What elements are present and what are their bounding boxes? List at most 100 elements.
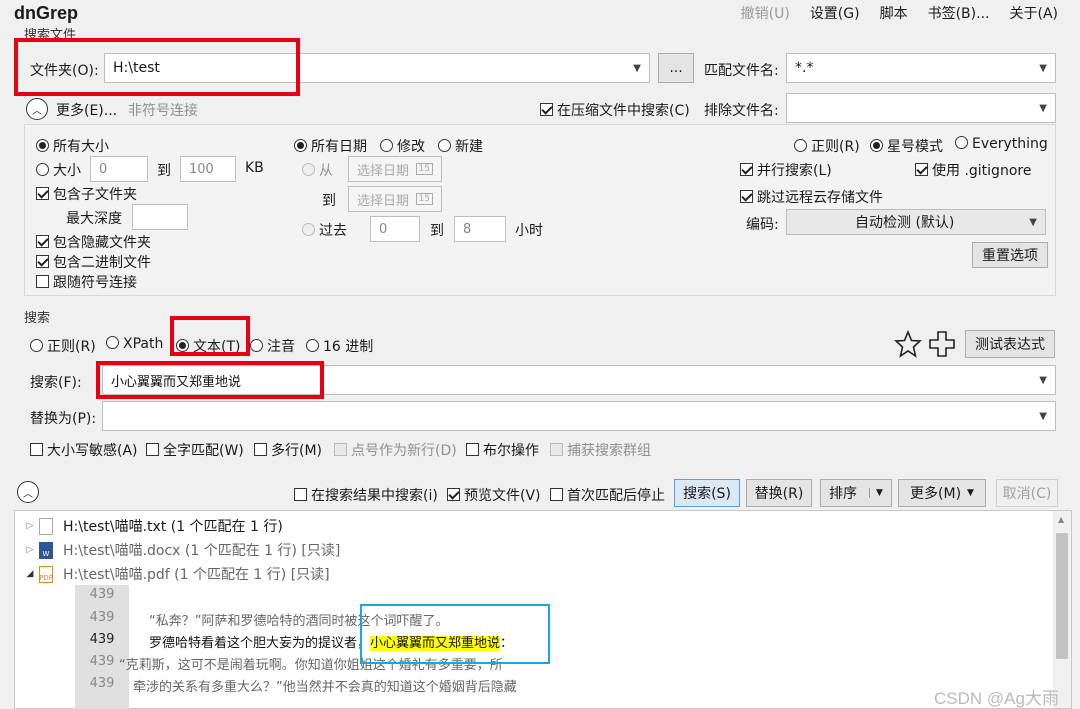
more-options-link[interactable]: 更多(E)... [56,100,117,120]
reset-options-button[interactable]: 重置选项 [972,242,1048,268]
dot-newline-checkbox[interactable]: 点号作为新行(D) [334,440,457,460]
regex-mode-label: 正则(R) [811,139,860,155]
hours-label: 小时 [515,223,543,239]
expand-more-button[interactable]: ︿ [26,98,48,120]
date-from-input[interactable]: 选择日期 15 [348,156,442,182]
from-radio[interactable]: 从 [302,160,333,180]
checkbox-icon [36,255,49,268]
follow-symlinks-label: 跟随符号连接 [53,275,137,291]
max-depth-input[interactable] [132,204,188,230]
search-archives-label: 在压缩文件中搜索(C) [557,103,690,119]
cancel-button[interactable]: 取消(C) [996,479,1058,507]
annotation-red-box-text-type [170,316,250,356]
parallel-search-checkbox[interactable]: 并行搜索(L) [740,160,832,180]
boolean-checkbox[interactable]: 布尔操作 [466,440,539,460]
collapse-button[interactable]: ︿ [17,481,39,503]
annotation-red-box-folder [14,38,300,96]
checkbox-icon [466,443,479,456]
watermark: CSDN @Ag大雨 [934,689,1059,708]
whole-word-checkbox[interactable]: 全字匹配(W) [146,440,244,460]
stop-after-first-checkbox[interactable]: 首次匹配后停止 [550,485,665,505]
created-radio[interactable]: 新建 [438,136,483,156]
replace-button[interactable]: 替换(R) [746,479,812,507]
scroll-up-icon[interactable]: ▲ [1058,515,1064,524]
all-dates-radio[interactable]: 所有日期 [294,136,367,156]
past-from-input[interactable]: 0 [370,216,420,242]
search-button[interactable]: 搜索(S) [674,479,740,507]
follow-symlinks-checkbox[interactable]: 跟随符号连接 [36,272,137,292]
scrollbar-thumb[interactable] [1056,533,1068,659]
radio-icon [36,139,49,152]
result-file-row[interactable]: ▷ W H:\test\喵喵.docx (1 个匹配在 1 行) [只读] [15,539,340,561]
bookmark-star-icon[interactable] [894,329,922,358]
chevron-down-icon[interactable]: ▼ [1029,217,1037,228]
search-type-phonetic-radio[interactable]: 注音 [250,336,295,356]
vertical-scrollbar[interactable]: ▲ [1053,511,1071,708]
checkbox-icon [740,163,753,176]
size-to-input[interactable]: 100 [180,156,236,182]
dropdown-arrow-icon[interactable]: ▼ [869,488,883,498]
from-label: 从 [319,163,333,179]
chevron-down-icon[interactable]: ▼ [1039,103,1047,114]
multiline-label: 多行(M) [271,443,323,459]
menu-undo[interactable]: 撤销(U) [741,3,790,23]
search-archives-checkbox[interactable]: 在压缩文件中搜索(C) [540,100,690,120]
size-radio[interactable]: 大小 [36,160,81,180]
past-to-input[interactable]: 8 [454,216,506,242]
search-in-results-checkbox[interactable]: 在搜索结果中搜索(i) [294,485,438,505]
search-type-hex-radio[interactable]: 16 进制 [306,336,373,356]
more-button[interactable]: 更多(M) ▼ [898,479,986,507]
calendar-icon[interactable]: 15 [415,193,433,205]
replace-with-combo[interactable]: ▼ [102,401,1056,431]
expand-arrow-icon[interactable]: ▷ [21,545,39,555]
menu-settings[interactable]: 设置(G) [810,3,860,23]
search-type-xpath-radio[interactable]: XPath [106,336,163,352]
radio-icon [794,139,807,152]
wildcard-mode-radio[interactable]: 星号模式 [870,136,943,156]
match-file-combo[interactable]: *.* ▼ [786,53,1056,83]
case-sensitive-checkbox[interactable]: 大小写敏感(A) [30,440,138,460]
collapse-arrow-icon[interactable]: ◢ [21,569,39,579]
regex-mode-radio[interactable]: 正则(R) [794,136,860,156]
line-number: 439 [89,610,115,625]
search-type-regex-radio[interactable]: 正则(R) [30,336,96,356]
date-to-input[interactable]: 选择日期 15 [348,186,442,212]
multiline-checkbox[interactable]: 多行(M) [254,440,322,460]
skip-cloud-checkbox[interactable]: 跳过远程云存储文件 [740,187,883,207]
preview-file-checkbox[interactable]: 预览文件(V) [447,485,541,505]
match-file-label: 匹配文件名: [704,63,779,79]
everything-mode-radio[interactable]: Everything [955,136,1048,152]
include-binary-checkbox[interactable]: 包含二进制文件 [36,252,151,272]
include-hidden-checkbox[interactable]: 包含隐藏文件夹 [36,232,151,252]
modified-radio[interactable]: 修改 [380,136,425,156]
include-binary-label: 包含二进制文件 [53,255,151,271]
calendar-icon[interactable]: 15 [415,163,433,175]
exclude-file-combo[interactable]: ▼ [786,93,1056,123]
add-bookmark-plus-icon[interactable] [928,330,956,358]
checkbox-icon [36,235,49,248]
include-subfolders-checkbox[interactable]: 包含子文件夹 [36,184,137,204]
menu-scripts[interactable]: 脚本 [880,3,908,23]
radio-icon [250,339,263,352]
encoding-combo[interactable]: 自动检测 (默认) ▼ [786,209,1046,235]
sort-button[interactable]: 排序 ▼ [820,479,892,507]
menu-about[interactable]: 关于(A) [1009,3,1058,23]
chevron-down-icon[interactable]: ▼ [1039,411,1047,422]
browse-button[interactable]: ... [658,53,694,83]
expand-arrow-icon[interactable]: ▷ [21,521,39,531]
menu-bookmarks[interactable]: 书签(B)... [928,3,990,23]
result-file-row[interactable]: ▷ H:\test\喵喵.txt (1 个匹配在 1 行) [15,515,283,537]
past-radio[interactable]: 过去 [302,220,347,240]
search-type-xpath-label: XPath [123,336,164,352]
size-from-input[interactable]: 0 [90,156,148,182]
capture-groups-checkbox[interactable]: 捕获搜索群组 [550,440,651,460]
chevron-down-icon[interactable]: ▼ [1039,63,1047,74]
chevron-down-icon[interactable]: ▼ [1039,375,1047,386]
checkbox-icon [550,488,563,501]
skip-cloud-label: 跳过远程云存储文件 [757,190,883,206]
all-sizes-radio[interactable]: 所有大小 [36,136,109,156]
test-regex-button[interactable]: 测试表达式 [965,330,1055,358]
result-file-row[interactable]: ◢ PDF H:\test\喵喵.pdf (1 个匹配在 1 行) [只读] [15,563,330,585]
chevron-down-icon[interactable]: ▼ [633,63,641,74]
use-gitignore-checkbox[interactable]: 使用 .gitignore [915,160,1031,180]
